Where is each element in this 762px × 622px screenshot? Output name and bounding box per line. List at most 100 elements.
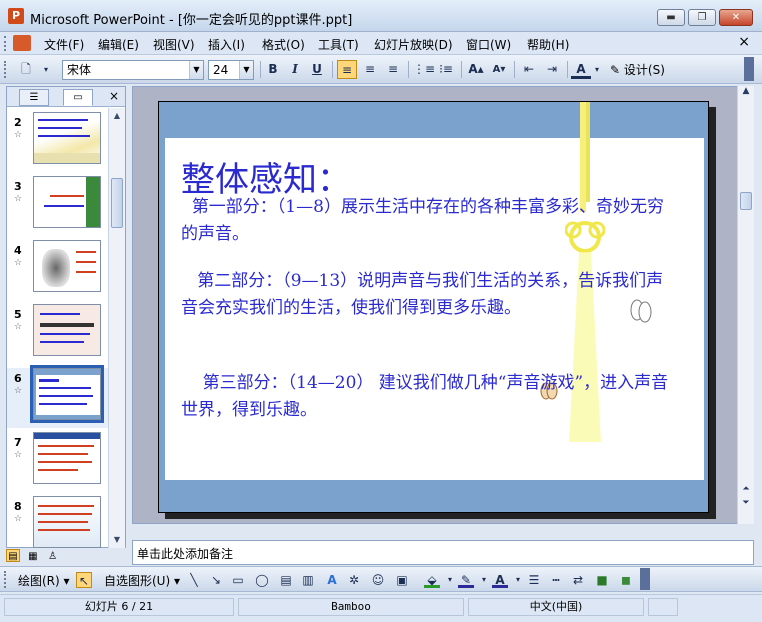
increase-indent-icon[interactable]: ⇥ bbox=[542, 60, 562, 79]
thumbnail-slide-6[interactable]: 6 ☆ bbox=[7, 365, 108, 428]
font-color-icon[interactable]: A bbox=[571, 60, 591, 79]
thumbnail-image[interactable] bbox=[33, 304, 101, 356]
scroll-down-icon[interactable]: ▼ bbox=[109, 532, 125, 548]
align-left-icon[interactable]: ≡ bbox=[337, 60, 357, 79]
chevron-down-icon[interactable]: ▾ bbox=[442, 572, 458, 588]
thumbnail-slide-5[interactable]: 5 ☆ bbox=[7, 304, 108, 364]
shadow-style-icon[interactable]: ■ bbox=[594, 572, 610, 588]
toolbar-separator bbox=[260, 61, 261, 78]
arrow-style-icon[interactable]: ⇄ bbox=[570, 572, 586, 588]
thumbnail-slide-2[interactable]: 2 ☆ bbox=[7, 112, 108, 172]
picture-icon[interactable]: ▣ bbox=[394, 572, 410, 588]
textbox-icon[interactable]: ▤ bbox=[278, 572, 294, 588]
draw-menu-button[interactable]: 绘图(R) ▾ bbox=[18, 572, 70, 589]
align-center-icon[interactable]: ≡ bbox=[360, 60, 380, 79]
fill-color-icon[interactable]: ⬙ bbox=[424, 572, 440, 588]
slideshow-view-icon[interactable]: ♙ bbox=[46, 550, 60, 563]
thumbnail-slide-3[interactable]: 3 ☆ bbox=[7, 176, 108, 236]
toolbar-grip[interactable] bbox=[4, 61, 7, 78]
slide-canvas[interactable]: 整体感知： 第一部分：（1—8）展示生活中存在的各种丰富多彩、奇妙无穷的声音。 … bbox=[158, 101, 709, 513]
chevron-down-icon[interactable]: ▾ bbox=[510, 572, 526, 588]
menu-view[interactable]: 视图(V) bbox=[153, 36, 195, 53]
previous-slide-icon[interactable]: ⏶ bbox=[738, 484, 754, 494]
thumbnail-slide-8[interactable]: 8 ☆ bbox=[7, 496, 108, 548]
autoshapes-menu-button[interactable]: 自选图形(U) ▾ bbox=[104, 572, 180, 589]
toolbar-overflow-icon[interactable] bbox=[640, 568, 650, 590]
dash-style-icon[interactable]: ┅ bbox=[548, 572, 564, 588]
menu-window[interactable]: 窗口(W) bbox=[466, 36, 511, 53]
vertical-textbox-icon[interactable]: ▥ bbox=[300, 572, 316, 588]
decrease-indent-icon[interactable]: ⇤ bbox=[519, 60, 539, 79]
toolbar-overflow-icon[interactable] bbox=[744, 57, 754, 81]
scroll-up-icon[interactable]: ▲ bbox=[738, 86, 754, 96]
font-name-select[interactable]: 宋体 ▼ bbox=[62, 60, 204, 80]
normal-view-icon[interactable]: ▤ bbox=[6, 549, 20, 562]
chevron-down-icon[interactable]: ▾ bbox=[592, 60, 602, 79]
design-button[interactable]: ✎ 设计(S) bbox=[610, 61, 665, 78]
menu-insert[interactable]: 插入(I) bbox=[208, 36, 245, 53]
thumbnail-image[interactable] bbox=[33, 112, 101, 164]
thumbnail-slide-7[interactable]: 7 ☆ bbox=[7, 432, 108, 492]
slide-paragraph-2[interactable]: 第二部分：（9—13）说明声音与我们生活的关系，告诉我们声音会充实我们的生活，使… bbox=[181, 268, 671, 322]
bullets-icon[interactable]: ⁝≡ bbox=[436, 60, 456, 79]
slide-paragraph-1[interactable]: 第一部分：（1—8）展示生活中存在的各种丰富多彩、奇妙无穷的声音。 bbox=[181, 194, 671, 248]
font-size-select[interactable]: 24 ▼ bbox=[208, 60, 254, 80]
thumbnail-image[interactable] bbox=[33, 176, 101, 228]
line-color-icon[interactable]: ✎ bbox=[458, 572, 474, 588]
thumbnail-scrollbar[interactable]: ▲ ▼ bbox=[108, 108, 125, 548]
scroll-up-icon[interactable]: ▲ bbox=[109, 108, 125, 124]
new-document-icon[interactable]: 🗋 bbox=[16, 60, 36, 79]
decrease-font-icon[interactable]: A▾ bbox=[489, 60, 509, 79]
chevron-down-icon[interactable]: ▾ bbox=[476, 572, 492, 588]
menubar-grip[interactable] bbox=[4, 36, 7, 51]
next-slide-icon[interactable]: ⏷ bbox=[738, 498, 754, 508]
scrollbar-thumb[interactable] bbox=[740, 192, 752, 210]
thumbnail-image[interactable] bbox=[33, 240, 101, 292]
underline-button[interactable]: U bbox=[307, 60, 327, 79]
thumbnail-image[interactable] bbox=[33, 432, 101, 484]
menu-help[interactable]: 帮助(H) bbox=[527, 36, 569, 53]
3d-style-icon[interactable]: ◼ bbox=[618, 572, 634, 588]
powerpoint-app-icon[interactable]: P bbox=[8, 8, 24, 24]
thumbnail-image[interactable] bbox=[33, 496, 101, 548]
toolbar-grip[interactable] bbox=[4, 571, 7, 588]
close-window-button[interactable]: ✕ bbox=[719, 9, 753, 26]
diagram-icon[interactable]: ✲ bbox=[346, 572, 362, 588]
thumbnail-slide-4[interactable]: 4 ☆ bbox=[7, 240, 108, 300]
menu-slideshow[interactable]: 幻灯片放映(D) bbox=[374, 36, 453, 53]
slide-sorter-icon[interactable]: ▦ bbox=[26, 550, 40, 563]
rectangle-icon[interactable]: ▭ bbox=[230, 572, 246, 588]
increase-font-icon[interactable]: A▴ bbox=[466, 60, 486, 79]
tab-slides[interactable]: ▭ bbox=[63, 89, 93, 106]
restore-button[interactable]: ❐ bbox=[688, 9, 716, 26]
toolbar-options-icon[interactable]: ▾ bbox=[40, 60, 52, 79]
wordart-icon[interactable]: A bbox=[324, 572, 340, 588]
italic-button[interactable]: I bbox=[285, 60, 305, 79]
select-pointer-icon[interactable]: ↖ bbox=[76, 572, 92, 588]
menu-format[interactable]: 格式(O) bbox=[262, 36, 305, 53]
pane-close-button[interactable]: × bbox=[109, 89, 119, 103]
numbering-icon[interactable]: ⋮≡ bbox=[413, 60, 435, 79]
scrollbar-thumb[interactable] bbox=[111, 178, 123, 228]
line-icon[interactable]: ╲ bbox=[186, 572, 202, 588]
chevron-down-icon[interactable]: ▼ bbox=[239, 61, 253, 79]
thumbnail-image[interactable] bbox=[30, 365, 104, 423]
bold-button[interactable]: B bbox=[263, 60, 283, 79]
slide-paragraph-3[interactable]: 第三部分：（14—20） 建议我们做几种“声音游戏”，进入声音世界，得到乐趣。 bbox=[181, 370, 671, 424]
notes-field[interactable]: 单击此处添加备注 bbox=[132, 540, 754, 565]
slide-scrollbar[interactable]: ▲ ⏶ ⏷ bbox=[737, 86, 754, 524]
oval-icon[interactable]: ◯ bbox=[254, 572, 270, 588]
menu-edit[interactable]: 编辑(E) bbox=[98, 36, 139, 53]
document-icon[interactable] bbox=[13, 35, 31, 51]
minimize-button[interactable]: ▬ bbox=[657, 9, 685, 26]
arrow-icon[interactable]: ↘ bbox=[208, 572, 224, 588]
clipart-icon[interactable]: ☺ bbox=[370, 572, 386, 588]
menu-tools[interactable]: 工具(T) bbox=[318, 36, 359, 53]
tab-outline[interactable]: ☰ bbox=[19, 89, 49, 106]
menu-file[interactable]: 文件(F) bbox=[44, 36, 84, 53]
font-color-icon[interactable]: A bbox=[492, 572, 508, 588]
chevron-down-icon[interactable]: ▼ bbox=[189, 61, 203, 79]
document-close-button[interactable]: × bbox=[738, 34, 750, 50]
line-style-icon[interactable]: ☰ bbox=[526, 572, 542, 588]
align-right-icon[interactable]: ≡ bbox=[383, 60, 403, 79]
